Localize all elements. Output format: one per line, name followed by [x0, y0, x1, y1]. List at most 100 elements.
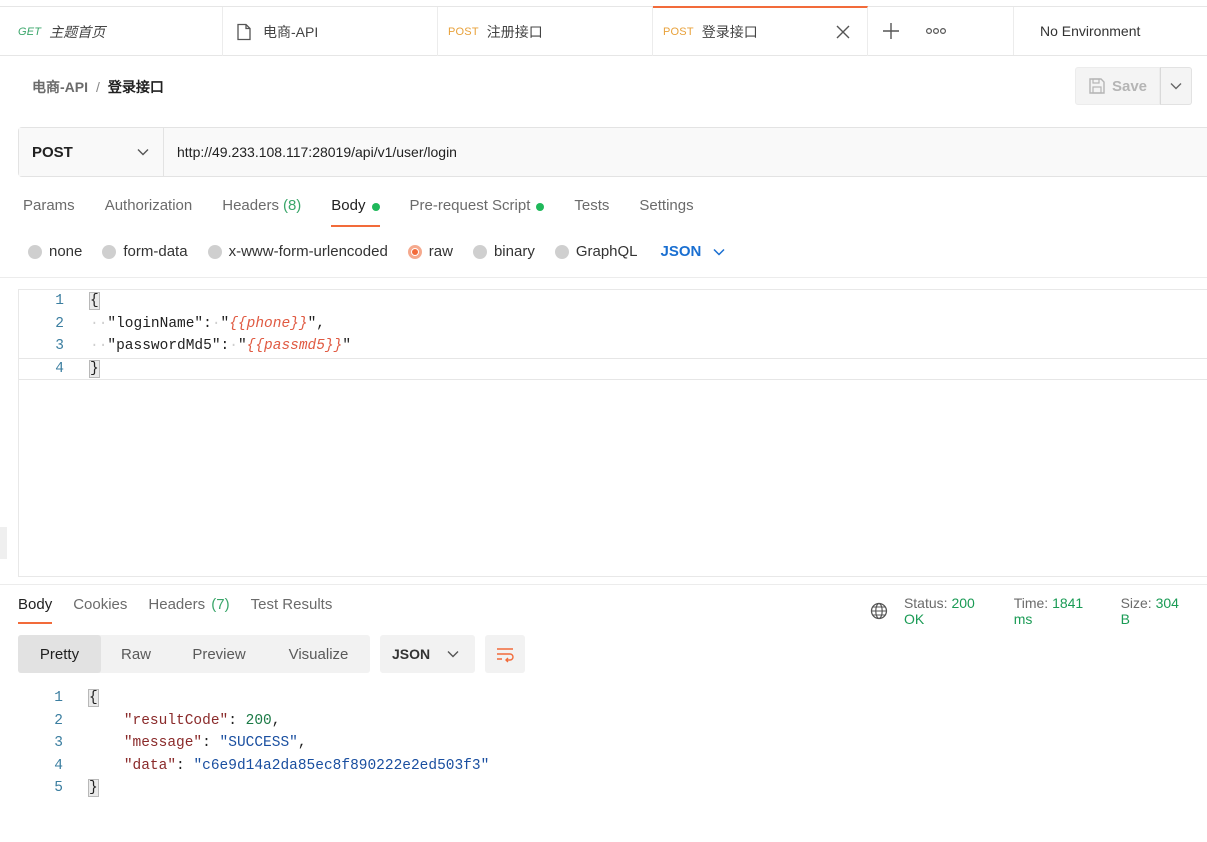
save-dropdown-button[interactable] — [1160, 67, 1192, 105]
radio-circle-icon — [102, 244, 117, 259]
radio-urlencoded[interactable]: x-www-form-urlencoded — [207, 243, 388, 260]
time-label: Time: — [1013, 595, 1049, 611]
headers-count: (7) — [211, 596, 230, 613]
radio-circle-icon — [207, 244, 222, 259]
view-preview-button[interactable]: Preview — [171, 635, 267, 673]
request-tabs: Params Authorization Headers (8) Body Pre… — [23, 197, 724, 227]
response-tab-headers[interactable]: Headers (7) — [148, 596, 229, 624]
code-text: "data": "c6e9d14a2da85ec8f890222e2ed503f… — [123, 757, 490, 774]
save-button[interactable]: Save — [1075, 67, 1160, 105]
wrap-lines-button[interactable] — [485, 635, 525, 673]
view-visualize-button[interactable]: Visualize — [267, 635, 370, 673]
tab-label: Cookies — [73, 596, 128, 613]
tab-authorization[interactable]: Authorization — [105, 197, 193, 227]
save-label: Save — [1111, 77, 1148, 95]
line-number: 2 — [55, 315, 64, 332]
tab-tests[interactable]: Tests — [574, 197, 609, 227]
response-body-viewer[interactable]: 1 { 2 "resultCode": 200, 3 "message": "S… — [18, 687, 718, 800]
radio-graphql[interactable]: GraphQL — [554, 243, 638, 260]
tab-body[interactable]: Body — [331, 197, 380, 227]
save-group: Save — [1075, 67, 1192, 105]
ellipsis-icon[interactable] — [926, 27, 946, 35]
radio-binary[interactable]: binary — [472, 243, 535, 260]
language-select[interactable]: JSON — [661, 243, 726, 260]
radio-circle-icon — [407, 244, 422, 259]
url-input[interactable] — [164, 128, 1207, 176]
tab-label: Tests — [574, 197, 610, 214]
tab-title: 电商-API — [263, 23, 319, 40]
code-text: "resultCode": 200, — [123, 712, 281, 729]
radio-raw[interactable]: raw — [407, 243, 453, 260]
brace: { — [89, 292, 100, 311]
breadcrumb-current[interactable]: 登录接口 — [108, 77, 164, 97]
headers-count: (8) — [282, 197, 302, 214]
brace: } — [89, 359, 100, 378]
radio-none[interactable]: none — [28, 243, 82, 260]
tab-title: 注册接口 — [486, 23, 543, 40]
tab-label: Body — [331, 197, 366, 214]
radio-label: raw — [428, 243, 453, 260]
radio-circle-icon — [472, 244, 487, 259]
chevron-down-icon — [447, 651, 459, 658]
request-body-editor[interactable]: 1 { 2 ··"loginName":·"{{phone}}", 3 ··"p… — [18, 289, 1207, 577]
chevron-down-icon — [137, 149, 149, 156]
plus-icon[interactable] — [882, 22, 900, 40]
chevron-down-icon — [713, 248, 725, 256]
json-number: 200 — [245, 712, 272, 729]
breadcrumb-parent[interactable]: 电商-API — [32, 77, 88, 97]
brace: } — [88, 779, 99, 798]
tab-register[interactable]: POST 注册接口 — [438, 7, 653, 56]
size-meta: Size: 304 B — [1121, 595, 1192, 627]
divider — [0, 277, 1207, 278]
tab-main-page[interactable]: GET 主题首页 — [0, 7, 223, 56]
variable: {{passmd5}} — [246, 338, 343, 355]
radio-form-data[interactable]: form-data — [102, 243, 188, 260]
code-line: 5 } — [18, 777, 718, 800]
language-select-value: JSON — [660, 243, 702, 260]
tab-params[interactable]: Params — [23, 197, 75, 227]
pane-resize-handle[interactable] — [0, 527, 7, 559]
radio-label: form-data — [123, 243, 188, 260]
response-meta: Status: 200 OK Time: 1841 ms Size: 304 B — [870, 595, 1207, 627]
response-tab-body[interactable]: Body — [18, 596, 53, 624]
response-tab-cookies[interactable]: Cookies — [73, 596, 127, 624]
code-text: ··"loginName":·"{{phone}}", — [90, 315, 325, 332]
whitespace-marker: · — [229, 338, 238, 355]
radio-circle-icon — [28, 244, 42, 259]
tab-method: POST — [448, 25, 479, 38]
line-number: 4 — [54, 757, 63, 774]
response-tab-test-results[interactable]: Test Results — [251, 596, 333, 624]
globe-icon[interactable] — [870, 602, 888, 620]
tab-settings[interactable]: Settings — [639, 197, 693, 227]
radio-label: x-www-form-urlencoded — [228, 243, 388, 260]
status-dot-icon — [371, 203, 380, 211]
breadcrumb: 电商-API / 登录接口 — [32, 77, 164, 97]
chevron-down-icon — [1170, 83, 1182, 90]
tab-collection[interactable]: 电商-API — [223, 7, 438, 56]
code-text: { — [88, 689, 99, 708]
code-line-current: 4 } — [19, 357, 1207, 380]
tab-login[interactable]: POST 登录接口 — [653, 6, 868, 56]
code-line: 2 "resultCode": 200, — [18, 710, 718, 733]
method-select-value: POST — [32, 143, 73, 161]
tab-label: Pre-request Script — [409, 197, 531, 214]
line-number: 5 — [54, 780, 63, 797]
tab-title: 登录接口 — [701, 24, 758, 40]
view-pretty-button[interactable]: Pretty — [18, 635, 101, 673]
response-format-select[interactable]: JSON — [380, 635, 475, 673]
tab-headers[interactable]: Headers (8) — [222, 197, 301, 227]
divider — [0, 584, 1207, 585]
method-select[interactable]: POST — [19, 128, 164, 176]
tab-label: Headers — [148, 596, 206, 613]
json-key: "resultCode" — [123, 712, 229, 729]
response-tabs: Body Cookies Headers (7) Test Results — [18, 596, 353, 624]
close-icon[interactable] — [835, 24, 851, 40]
code-text: } — [88, 779, 99, 798]
tab-method: GET — [18, 25, 42, 38]
tab-pre-request-script[interactable]: Pre-request Script — [410, 197, 545, 227]
view-raw-button[interactable]: Raw — [101, 635, 171, 673]
tab-label: Settings — [639, 197, 694, 214]
environment-selector[interactable]: No Environment — [1014, 7, 1207, 55]
status-meta: Status: 200 OK — [904, 595, 999, 627]
code-text: { — [89, 292, 100, 311]
